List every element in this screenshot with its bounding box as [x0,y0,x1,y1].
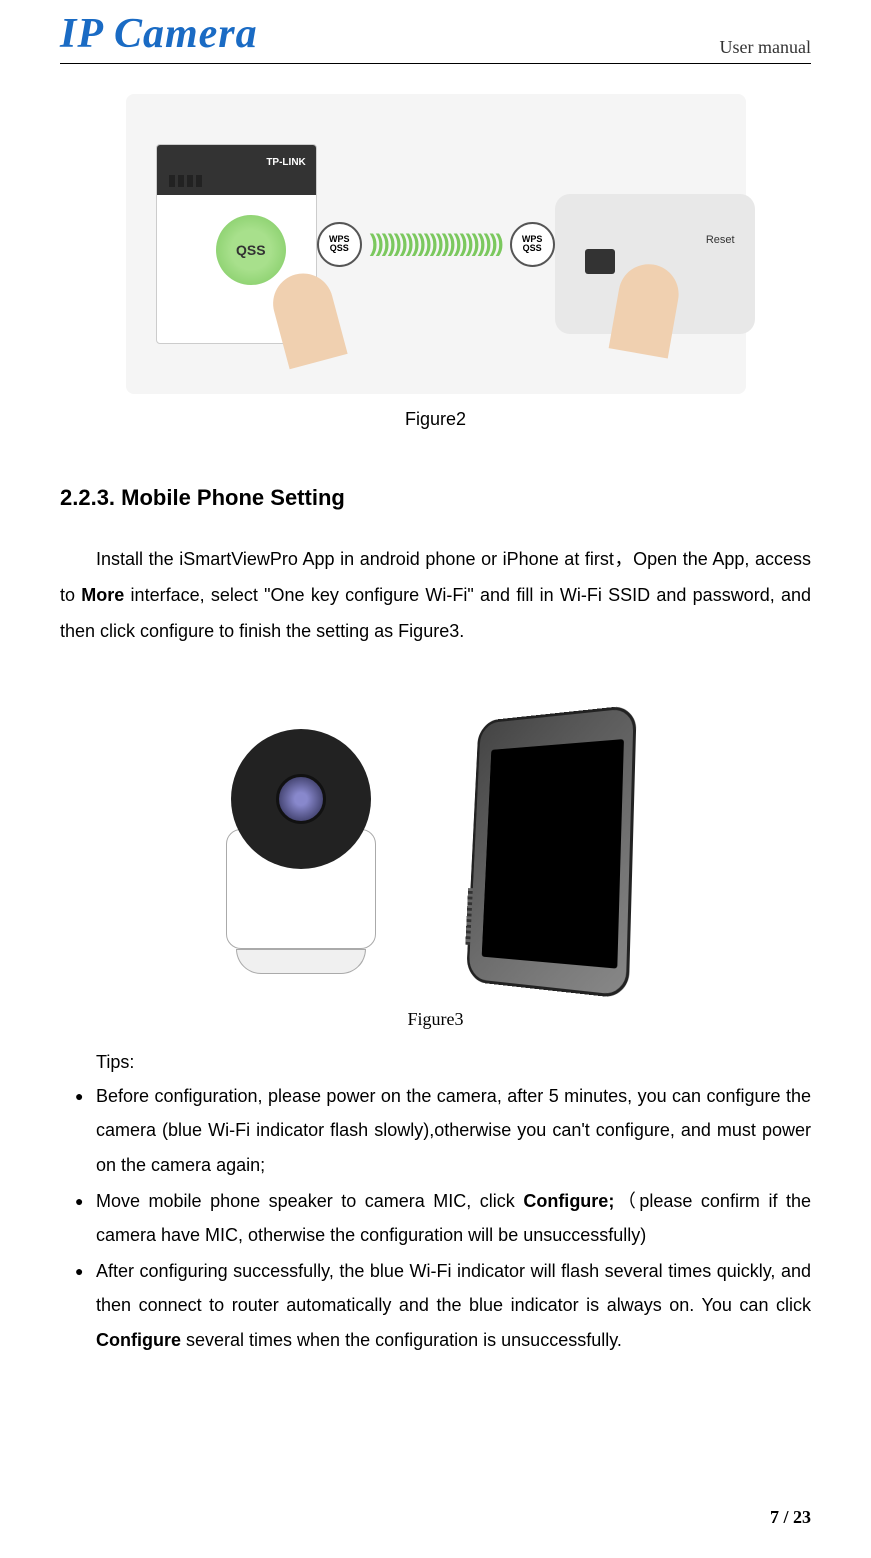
phone-speaker-icon [465,888,473,945]
figure3-container: Figure3 [60,699,811,1030]
figure2-caption: Figure2 [60,409,811,430]
list-item: Before configuration, please power on th… [96,1079,811,1182]
header-label: User manual [720,37,811,58]
camera-lens-icon [276,774,326,824]
signal-waves-icon: )))))))))))))))))))))) [370,230,502,258]
page-header: IP Camera User manual [60,0,811,64]
section-paragraph: Install the iSmartViewPro App in android… [60,541,811,649]
qss-button-illustration: QSS [216,215,286,285]
figure3-image [60,699,811,999]
camera-illustration: Reset [555,154,716,334]
tips-section: Tips: Before configuration, please power… [60,1045,811,1357]
list-item: After configuring successfully, the blue… [96,1254,811,1357]
wps-badge-right: WPS QSS [510,222,555,267]
reset-label: Reset [706,234,735,246]
wps-signal-illustration: WPS QSS )))))))))))))))))))))) WPS QSS [317,222,555,267]
phone-screen-icon [481,739,623,969]
section-heading: 2.2.3. Mobile Phone Setting [60,485,811,511]
ethernet-port-icon [585,249,615,274]
list-item: Move mobile phone speaker to camera MIC,… [96,1184,811,1252]
phone-illustration [465,701,666,1002]
router-illustration: TP-LINK QSS [156,144,317,344]
tips-label: Tips: [60,1045,811,1079]
wps-badge-left: WPS QSS [317,222,362,267]
figure3-caption: Figure3 [60,1009,811,1030]
figure2-container: TP-LINK QSS WPS QSS ))))))))))))))))))))… [60,94,811,430]
hand-icon [266,267,347,369]
page-number: 7 / 23 [770,1507,811,1528]
tips-list: Before configuration, please power on th… [60,1079,811,1357]
figure2-image: TP-LINK QSS WPS QSS ))))))))))))))))))))… [126,94,746,394]
router-brand-label: TP-LINK [266,157,305,168]
logo: IP Camera [60,10,258,58]
ipcamera-illustration [206,719,396,979]
